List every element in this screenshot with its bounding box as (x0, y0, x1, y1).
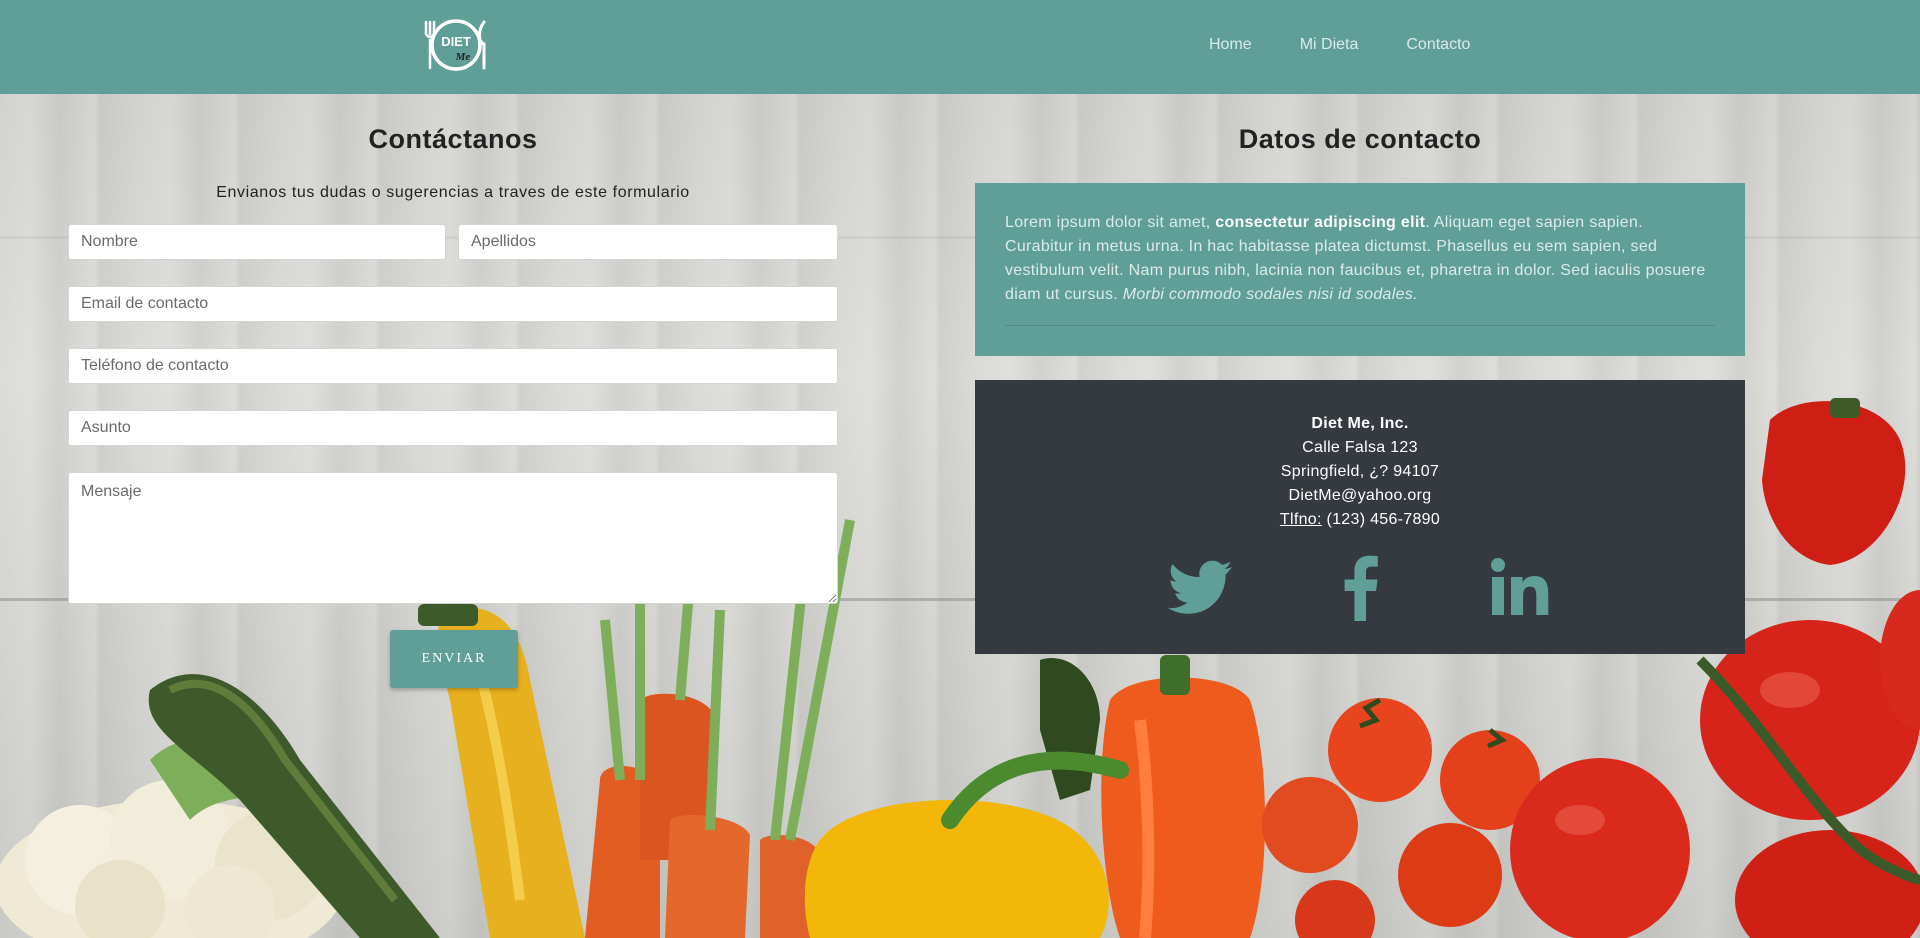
form-title: Contáctanos (368, 124, 538, 154)
telefono-field[interactable] (68, 348, 838, 384)
main-nav: Home Mi Dieta Contacto (1209, 36, 1518, 54)
phone-line: Tlfno: (123) 456-7890 (975, 508, 1745, 532)
contact-blurb: Lorem ipsum dolor sit amet, consectetur … (1005, 211, 1715, 307)
logo-text-top: DIET (441, 34, 471, 49)
address-panel: Diet Me, Inc. Calle Falsa 123 Springfiel… (975, 380, 1745, 654)
street-address: Calle Falsa 123 (1302, 439, 1418, 456)
twitter-icon[interactable] (1168, 560, 1232, 616)
nav-mi-dieta-link[interactable]: Mi Dieta (1300, 36, 1359, 54)
blurb-part1: Lorem ipsum dolor sit amet, (1005, 214, 1216, 231)
facebook-icon[interactable] (1340, 555, 1380, 621)
asunto-field[interactable] (68, 410, 838, 446)
divider (1005, 325, 1715, 326)
nav-home-link[interactable]: Home (1209, 36, 1252, 54)
form-subtitle: Envianos tus dudas o sugerencias a trave… (216, 184, 690, 201)
enviar-button[interactable]: ENVIAR (390, 630, 518, 688)
top-navbar: DIET Me Home Mi Dieta Contacto (0, 0, 1920, 94)
apellidos-field[interactable] (458, 224, 838, 260)
blurb-italic: Morbi commodo sodales nisi id sodales. (1122, 286, 1418, 303)
phone-number: (123) 456-7890 (1326, 511, 1441, 528)
mensaje-textarea[interactable] (68, 472, 838, 604)
contact-data-title: Datos de contacto (1238, 124, 1482, 154)
dietme-logo[interactable]: DIET Me (420, 16, 492, 74)
contact-blurb-panel: Lorem ipsum dolor sit amet, consectetur … (975, 183, 1745, 356)
company-name: Diet Me, Inc. (1311, 415, 1409, 432)
nav-contacto-link[interactable]: Contacto (1406, 36, 1470, 54)
blurb-bold: consectetur adipiscing elit (1215, 214, 1426, 231)
contact-email: DietMe@yahoo.org (1288, 487, 1432, 504)
address-block: Diet Me, Inc. Calle Falsa 123 Springfiel… (975, 412, 1745, 532)
nombre-field[interactable] (68, 224, 446, 260)
email-field[interactable] (68, 286, 838, 322)
phone-label: Tlfno: (1279, 511, 1322, 528)
city-address: Springfield, ¿? 94107 (1280, 463, 1440, 480)
linkedin-icon[interactable] (1490, 557, 1550, 617)
logo-text-bottom: Me (455, 51, 471, 63)
